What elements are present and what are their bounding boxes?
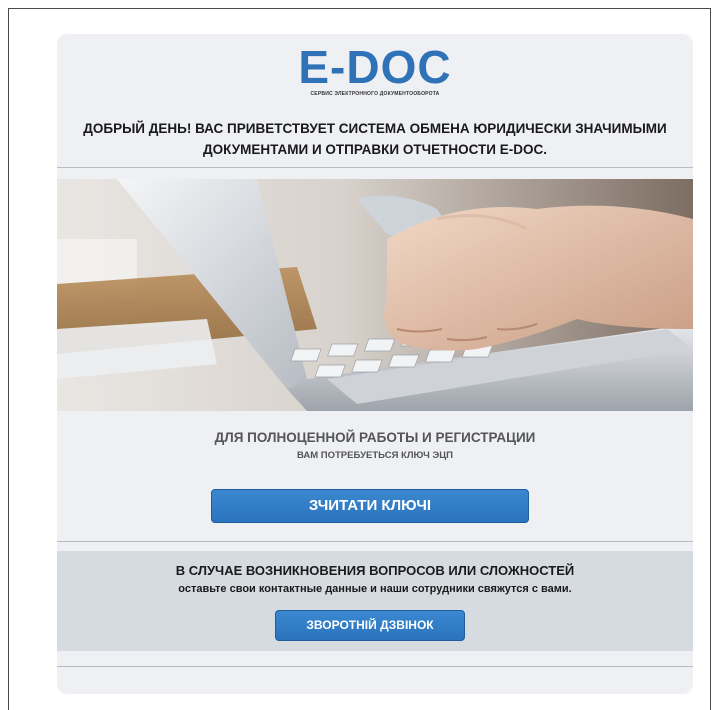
main-card: E-DOC СЕРВИС ЭЛЕКТРОННОГО ДОКУМЕНТООБОРО… [57, 34, 693, 694]
divider [57, 167, 693, 168]
logo-text: E-DOC [298, 41, 452, 93]
registration-subtitle: ВАМ ПОТРЕБУЕТЬСЯ КЛЮЧ ЭЦП [296, 450, 454, 461]
registration-title: ДЛЯ ПОЛНОЦЕННОЙ РАБОТЫ И РЕГИСТРАЦИИ [214, 430, 536, 445]
welcome-message: ДОБРЫЙ ДЕНЬ! ВАС ПРИВЕТСТВУЕТ СИСТЕМА ОБ… [67, 118, 683, 160]
welcome-line-1: ДОБРЫЙ ДЕНЬ! ВАС ПРИВЕТСТВУЕТ СИСТЕМА ОБ… [83, 121, 667, 136]
read-keys-button[interactable]: ЗЧИТАТИ КЛЮЧІ [211, 489, 529, 523]
support-subtitle: оставьте свои контактные данные и наши с… [178, 583, 572, 595]
divider [57, 666, 693, 667]
hero-image-laptop-typing [57, 179, 693, 411]
support-section: В СЛУЧАЕ ВОЗНИКНОВЕНИЯ ВОПРОСОВ ИЛИ СЛОЖ… [57, 551, 693, 651]
logo: E-DOC СЕРВИС ЭЛЕКТРОННОГО ДОКУМЕНТООБОРО… [57, 44, 693, 97]
welcome-line-2: ДОКУМЕНТАМИ И ОТПРАВКИ ОТЧЕТНОСТИ E-DOC. [203, 142, 547, 157]
callback-button[interactable]: ЗВОРОТНІЙ ДЗВІНОК [275, 610, 465, 641]
page-frame: E-DOC СЕРВИС ЭЛЕКТРОННОГО ДОКУМЕНТООБОРО… [8, 8, 711, 710]
logo-tagline: СЕРВИС ЭЛЕКТРОННОГО ДОКУМЕНТООБОРОТА [310, 91, 440, 97]
divider [57, 541, 693, 542]
support-title: В СЛУЧАЕ ВОЗНИКНОВЕНИЯ ВОПРОСОВ ИЛИ СЛОЖ… [175, 563, 575, 578]
